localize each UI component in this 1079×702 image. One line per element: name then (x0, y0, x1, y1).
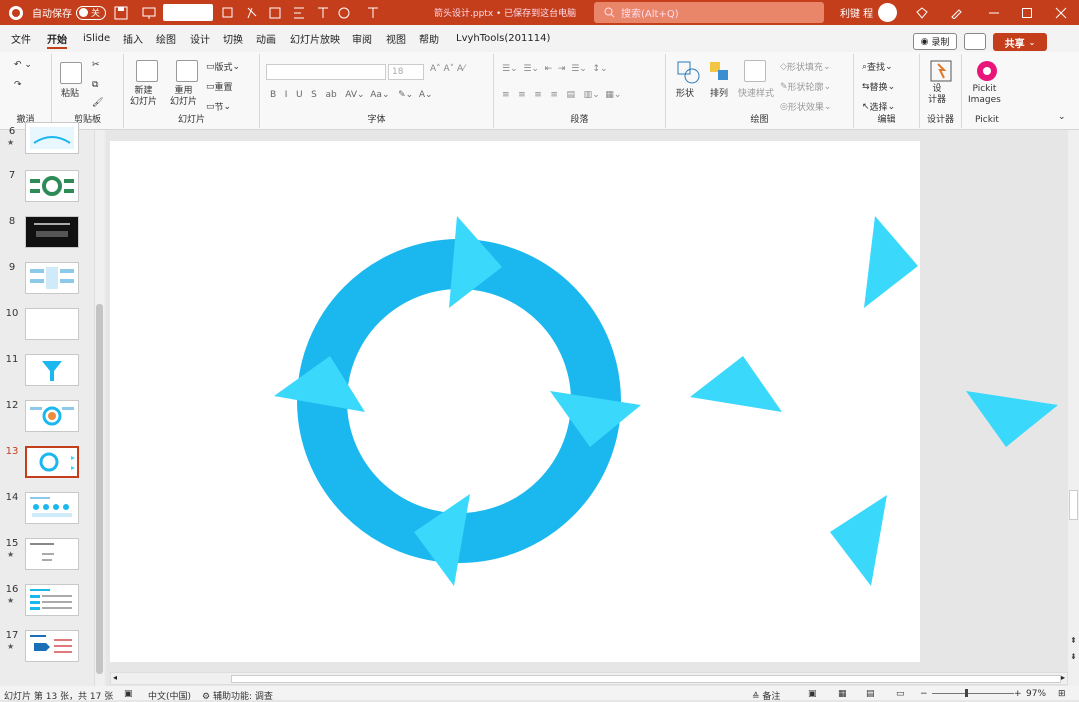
zoom-slider[interactable] (932, 693, 1014, 694)
accessibility-status[interactable]: ⚙ 辅助功能: 调查 (202, 689, 273, 702)
scroll-right-icon[interactable]: ▸ (1061, 673, 1065, 682)
canvas-vertical-scrollbar[interactable]: ⇞ ⇟ (1068, 130, 1079, 686)
triangle-shape[interactable] (966, 391, 1058, 447)
scrollbar-thumb[interactable] (231, 675, 1061, 683)
slide-info: 幻灯片 第 13 张，共 17 张 (4, 692, 114, 702)
reading-view-icon[interactable]: ▤ (866, 689, 875, 699)
scroll-left-icon[interactable]: ◂ (113, 673, 117, 682)
slide-sorter-icon[interactable]: ▦ (838, 689, 847, 699)
slide[interactable] (110, 141, 920, 662)
normal-view-icon[interactable]: ▣ (808, 689, 817, 699)
zoom-out-icon[interactable]: − (920, 689, 928, 699)
scrollbar-thumb[interactable] (1069, 490, 1078, 520)
canvas-horizontal-scrollbar[interactable]: ◂ ▸ (110, 672, 1068, 685)
zoom-in-icon[interactable]: + (1014, 689, 1022, 699)
spellcheck-icon[interactable]: ▣ (124, 689, 133, 699)
prev-slide-icon[interactable]: ⇞ (1070, 636, 1077, 645)
next-slide-icon[interactable]: ⇟ (1070, 652, 1077, 661)
slideshow-view-icon[interactable]: ▭ (896, 689, 905, 699)
fit-slide-icon[interactable]: ⊞ (1058, 689, 1066, 699)
zoom-level[interactable]: 97% (1026, 689, 1046, 699)
slide-graphic (110, 141, 1058, 662)
status-bar: 幻灯片 第 13 张，共 17 张 ▣ 中文(中国) ⚙ 辅助功能: 调查 ≙ … (0, 686, 1079, 702)
zoom-slider-handle[interactable] (965, 689, 968, 697)
language[interactable]: 中文(中国) (148, 689, 191, 702)
notes-button[interactable]: ≙ 备注 (752, 689, 780, 702)
